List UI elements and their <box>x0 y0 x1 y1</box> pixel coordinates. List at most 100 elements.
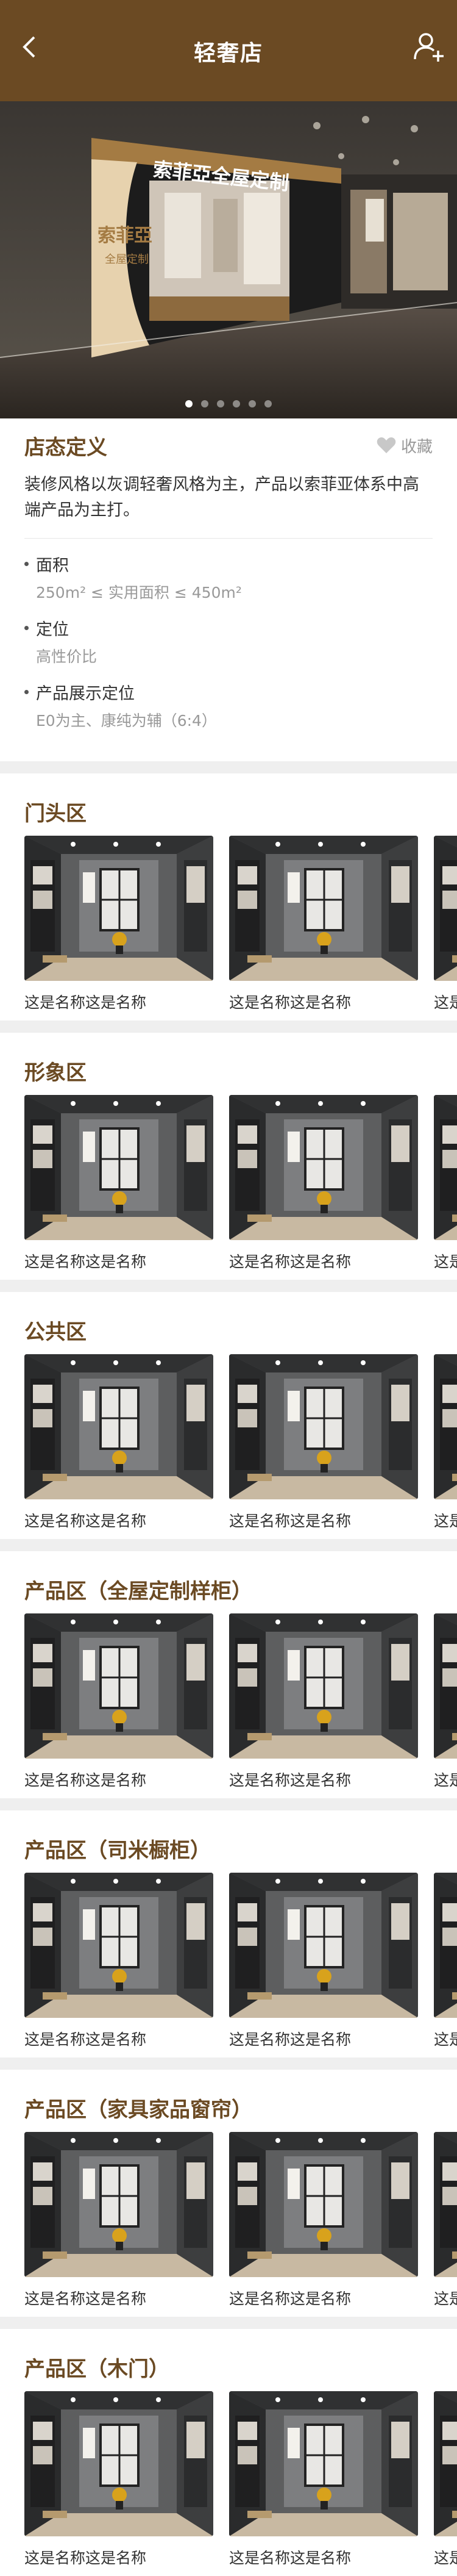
zone-card[interactable]: 这是名称这是名称 <box>229 1613 418 1790</box>
zone-card[interactable]: 这是名称这是名称 <box>229 836 418 1013</box>
zone-photo <box>24 1354 213 1499</box>
zone-card[interactable]: 这是名称这是名称 <box>229 1354 418 1531</box>
card-caption: 这是名称这是名称 <box>229 2031 352 2048</box>
store-definition-panel: 店态定义 收藏 装修风格以灰调轻奢风格为主，产品以索菲亚体系中高端产品为主打。 … <box>0 418 457 761</box>
attribute-label: 产品展示定位 <box>24 680 433 704</box>
card-scroller[interactable]: 这是名称这是名称 这是名称这是名称 这是 <box>0 1095 457 1272</box>
attribute-label: 定位 <box>24 616 433 640</box>
zone-photo <box>24 2391 213 2536</box>
carousel-dot[interactable] <box>185 400 193 407</box>
attribute-label: 面积 <box>24 552 433 576</box>
card-caption: 这是名称这是名称 <box>24 994 147 1011</box>
zone-card[interactable]: 这是名称这是名称 <box>24 2132 213 2309</box>
zone-photo <box>434 1873 457 2018</box>
section-title: 形象区 <box>24 1061 87 1085</box>
card-caption: 这是名称这是名称 <box>24 2031 147 2048</box>
attribute-item: 面积 250m² ≤ 实用面积 ≤ 450m² <box>24 552 433 603</box>
zone-card[interactable]: 这是名称这是名称 <box>24 1873 213 2050</box>
zone-sections: 门头区 这是名称这是名称 这是名称这是名称 这是 形象区 这是名称这是名称 这是… <box>0 773 457 2576</box>
store-photo: 索菲亞全屋定制 索菲亞 全屋定制 <box>0 101 457 418</box>
card-scroller[interactable]: 这是名称这是名称 这是名称这是名称 这是 <box>0 2391 457 2568</box>
store-photo-carousel[interactable]: 索菲亞全屋定制 索菲亞 全屋定制 <box>0 101 457 418</box>
zone-card[interactable]: 这是名称这是名称 <box>434 1613 457 1790</box>
section-title: 产品区（司米橱柜） <box>24 1839 211 1863</box>
zone-card[interactable]: 这是名称这是名称 <box>434 2391 457 2568</box>
zone-card[interactable]: 这是名称这是名称 <box>229 1095 418 1272</box>
card-scroller[interactable]: 这是名称这是名称 这是名称这是名称 这是 <box>0 1354 457 1531</box>
card-caption: 这是名称这是名称 <box>229 1771 352 1789</box>
zone-section: 产品区（木门） 这是名称这是名称 这是名称这是名称 这是 <box>0 2329 457 2576</box>
carousel-dot[interactable] <box>264 400 272 407</box>
add-user-icon <box>414 33 444 62</box>
favorite-button[interactable]: 收藏 <box>377 434 433 457</box>
card-caption: 这是名称这是名称 <box>229 2549 352 2567</box>
card-scroller[interactable]: 这是名称这是名称 这是名称这是名称 这是 <box>0 836 457 1013</box>
attribute-list: 面积 250m² ≤ 实用面积 ≤ 450m² 定位 高性价比 产品展示定位 E… <box>24 539 433 761</box>
section-title: 产品区（家具家品窗帘） <box>24 2098 252 2122</box>
store-sign-logo: 索菲亞 <box>97 225 152 246</box>
zone-photo <box>434 1613 457 1759</box>
carousel-dot[interactable] <box>233 400 240 407</box>
zone-photo <box>24 2132 213 2277</box>
zone-photo <box>229 1095 418 1240</box>
carousel-dot[interactable] <box>201 400 208 407</box>
zone-card[interactable]: 这是名称这是名称 <box>434 1095 457 1272</box>
heart-icon <box>377 437 396 453</box>
carousel-dot[interactable] <box>217 400 224 407</box>
card-caption: 这是名称这是名称 <box>434 2031 457 2048</box>
store-sign-sub: 全屋定制 <box>105 253 149 266</box>
zone-photo <box>434 2391 457 2536</box>
zone-photo <box>24 1095 213 1240</box>
zone-photo <box>229 2391 418 2536</box>
card-caption: 这是名称这是名称 <box>24 1253 147 1271</box>
zone-section: 产品区（家具家品窗帘） 这是名称这是名称 这是名称这是名称 这是 <box>0 2070 457 2317</box>
card-caption: 这是名称这是名称 <box>24 1512 147 1530</box>
store-description: 装修风格以灰调轻奢风格为主，产品以索菲亚体系中高端产品为主打。 <box>24 472 433 539</box>
carousel-dot[interactable] <box>249 400 256 407</box>
section-title: 门头区 <box>24 802 87 826</box>
zone-photo <box>24 1613 213 1759</box>
zone-photo <box>229 1613 418 1759</box>
info-title: 店态定义 <box>24 435 107 460</box>
attribute-value: 高性价比 <box>36 648 97 666</box>
carousel-indicator <box>0 400 457 407</box>
zone-card[interactable]: 这是名称这是名称 <box>434 1354 457 1531</box>
zone-section: 产品区（全屋定制样柜） 这是名称这是名称 这是名称这是名称 这是 <box>0 1551 457 1798</box>
attribute-value: E0为主、康纯为辅（6:4） <box>36 712 217 730</box>
card-caption: 这是名称这是名称 <box>24 2290 147 2308</box>
page-title: 轻奢店 <box>193 41 263 66</box>
zone-card[interactable]: 这是名称这是名称 <box>229 2391 418 2568</box>
zone-photo <box>24 1873 213 2018</box>
zone-card[interactable]: 这是名称这是名称 <box>24 836 213 1013</box>
zone-card[interactable]: 这是名称这是名称 <box>24 2391 213 2568</box>
card-scroller[interactable]: 这是名称这是名称 这是名称这是名称 这是 <box>0 1613 457 1790</box>
card-scroller[interactable]: 这是名称这是名称 这是名称这是名称 这是 <box>0 2132 457 2309</box>
card-caption: 这是名称这是名称 <box>434 1253 457 1271</box>
zone-photo <box>229 1354 418 1499</box>
zone-section: 产品区（司米橱柜） 这是名称这是名称 这是名称这是名称 这是 <box>0 1810 457 2058</box>
attribute-item: 产品展示定位 E0为主、康纯为辅（6:4） <box>24 680 433 731</box>
zone-card[interactable]: 这是名称这是名称 <box>229 2132 418 2309</box>
zone-card[interactable]: 这是名称这是名称 <box>24 1613 213 1790</box>
add-user-button[interactable] <box>412 29 446 63</box>
card-caption: 这是名称这是名称 <box>434 1771 457 1789</box>
card-caption: 这是名称这是名称 <box>229 994 352 1011</box>
section-title: 公共区 <box>24 1320 87 1344</box>
card-scroller[interactable]: 这是名称这是名称 这是名称这是名称 这是 <box>0 1873 457 2050</box>
section-title: 产品区（全屋定制样柜） <box>24 1579 252 1604</box>
zone-photo <box>434 836 457 981</box>
section-title: 产品区（木门） <box>24 2357 169 2381</box>
card-caption: 这是名称这是名称 <box>229 1512 352 1530</box>
card-caption: 这是名称这是名称 <box>434 994 457 1011</box>
card-caption: 这是名称这是名称 <box>434 1512 457 1530</box>
zone-card[interactable]: 这是名称这是名称 <box>24 1095 213 1272</box>
attribute-value: 250m² ≤ 实用面积 ≤ 450m² <box>36 584 242 601</box>
zone-section: 公共区 这是名称这是名称 这是名称这是名称 这是 <box>0 1292 457 1539</box>
zone-card[interactable]: 这是名称这是名称 <box>434 1873 457 2050</box>
zone-card[interactable]: 这是名称这是名称 <box>434 2132 457 2309</box>
zone-card[interactable]: 这是名称这是名称 <box>24 1354 213 1531</box>
zone-photo <box>434 2132 457 2277</box>
zone-photo <box>434 1354 457 1499</box>
zone-card[interactable]: 这是名称这是名称 <box>229 1873 418 2050</box>
zone-card[interactable]: 这是名称这是名称 <box>434 836 457 1013</box>
